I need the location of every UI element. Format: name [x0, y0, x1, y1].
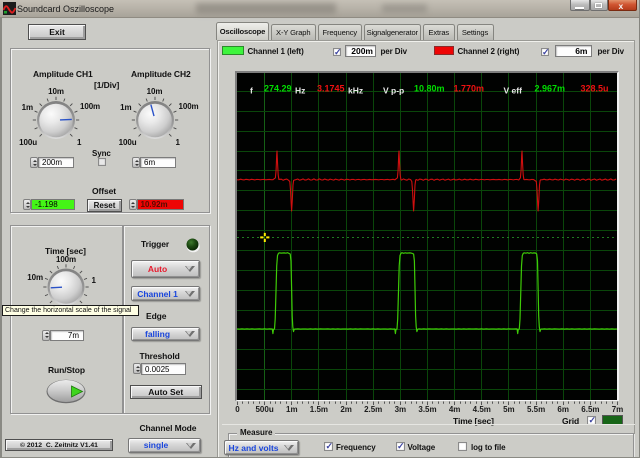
svg-text:274.29: 274.29: [264, 84, 292, 94]
svg-text:2.967m: 2.967m: [535, 84, 566, 94]
svg-text:V eff: V eff: [504, 86, 523, 96]
svg-text:1.770m: 1.770m: [454, 84, 485, 94]
svg-text:kHz: kHz: [348, 86, 363, 96]
svg-text:328.5u: 328.5u: [581, 84, 609, 94]
svg-text:V p-p: V p-p: [383, 86, 404, 96]
svg-text:Hz: Hz: [295, 86, 305, 96]
svg-text:10.80m: 10.80m: [414, 84, 445, 94]
svg-text:f: f: [250, 86, 253, 96]
svg-text:3.1745: 3.1745: [317, 84, 345, 94]
